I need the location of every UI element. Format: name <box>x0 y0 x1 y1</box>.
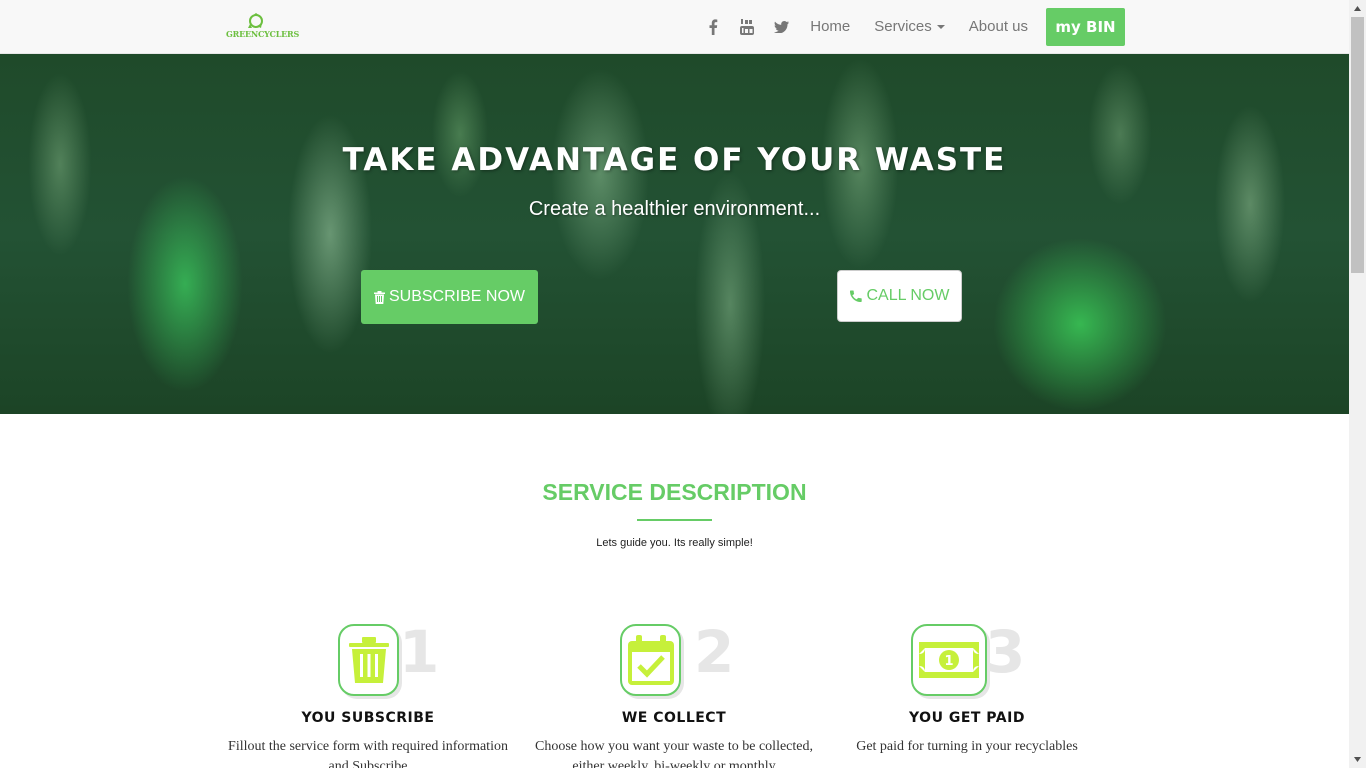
trash-icon <box>338 624 399 696</box>
call-now-label: CALL NOW <box>866 287 950 304</box>
step-title: YOU GET PAID <box>909 710 1025 726</box>
step-subscribe: 1 YOU SUBSCRIBE Fillout the service form… <box>223 618 513 768</box>
svg-text:1: 1 <box>944 654 953 669</box>
step-title: YOU SUBSCRIBE <box>301 710 435 726</box>
step-description: Fillout the service form with required i… <box>228 739 508 768</box>
nav-about[interactable]: About us <box>957 0 1040 54</box>
phone-icon <box>849 290 862 302</box>
service-subtitle: Lets guide you. Its really simple! <box>596 537 753 549</box>
scroll-down-arrow-icon[interactable] <box>1349 751 1366 768</box>
facebook-icon[interactable] <box>696 0 730 54</box>
hero-title: TAKE ADVANTAGE OF YOUR WASTE <box>342 142 1007 178</box>
nav-services-label: Services <box>874 18 932 35</box>
caret-down-icon <box>936 25 945 30</box>
step-number: 3 <box>985 618 1026 686</box>
hero-subtitle: Create a healthier environment... <box>528 198 821 220</box>
nav-services[interactable]: Services <box>862 0 957 54</box>
my-bin-button[interactable]: my BIN <box>1046 8 1125 46</box>
step-title: WE COLLECT <box>621 710 727 726</box>
title-divider <box>637 519 712 521</box>
vertical-scrollbar[interactable] <box>1349 0 1366 768</box>
subscribe-now-label: SUBSCRIBE NOW <box>388 288 525 305</box>
step-collect: 2 WE COLLECT Choose how you want your wa… <box>529 618 819 768</box>
service-title: SERVICE DESCRIPTION <box>542 479 807 505</box>
hero-banner: TAKE ADVANTAGE OF YOUR WASTE Create a he… <box>0 54 1349 414</box>
step-get-paid: 1 3 YOU GET PAID Get paid for turning in… <box>822 618 1112 754</box>
step-number: 1 <box>399 618 440 686</box>
step-description: Get paid for turning in your recyclables <box>856 739 1078 754</box>
step-number: 2 <box>694 618 735 686</box>
nav-home[interactable]: Home <box>798 0 862 54</box>
scroll-up-arrow-icon[interactable] <box>1349 0 1366 17</box>
step-description: Choose how you want your waste to be col… <box>535 739 813 768</box>
navbar: GREENCYCLERS Home Services About us my B… <box>0 0 1349 54</box>
subscribe-now-button[interactable]: SUBSCRIBE NOW <box>361 270 538 324</box>
trash-icon <box>373 290 385 304</box>
scrollbar-thumb[interactable] <box>1351 17 1364 273</box>
youtube-icon[interactable] <box>730 0 764 54</box>
brand-logo[interactable]: GREENCYCLERS <box>226 12 299 42</box>
money-icon: 1 <box>911 624 987 696</box>
call-now-button[interactable]: CALL NOW <box>837 270 962 322</box>
brand-name: GREENCYCLERS <box>226 29 300 39</box>
nav-menu: Home Services About us my BIN <box>696 0 1125 54</box>
twitter-icon[interactable] <box>764 0 798 54</box>
calendar-check-icon <box>620 624 681 696</box>
